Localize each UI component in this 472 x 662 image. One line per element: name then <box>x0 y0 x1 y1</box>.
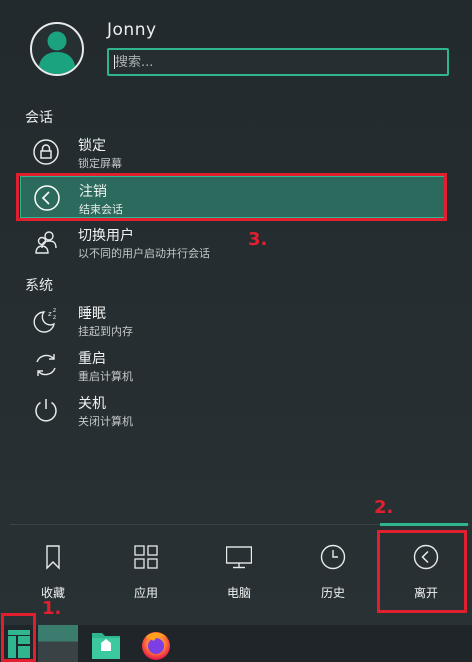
svg-text:z: z <box>53 307 56 314</box>
item-title: 关机 <box>78 396 106 412</box>
clock-icon <box>320 544 346 570</box>
session-item-lock[interactable]: 锁定 锁定屏幕 <box>20 131 445 173</box>
user-avatar-icon <box>38 31 76 74</box>
annotation-box-1 <box>1 613 36 662</box>
firefox-icon <box>142 632 170 660</box>
svg-text:z: z <box>48 310 52 318</box>
item-subtitle: 锁定屏幕 <box>78 157 122 170</box>
system-item-restart[interactable]: 重启 重启计算机 <box>20 344 445 386</box>
username: Jonny <box>107 20 157 40</box>
power-icon <box>35 399 57 422</box>
tab-label: 电脑 <box>226 586 251 600</box>
restart-icon <box>36 354 56 376</box>
switch-user-icon <box>35 231 57 254</box>
annotation-box-2 <box>377 530 467 613</box>
sleep-icon: z z z <box>33 307 56 333</box>
folder-icon <box>92 633 120 659</box>
file-manager-launcher[interactable] <box>90 627 122 661</box>
avatar[interactable] <box>30 22 84 76</box>
firefox-launcher[interactable] <box>140 629 172 661</box>
active-tab-indicator <box>380 523 468 526</box>
item-subtitle: 挂起到内存 <box>78 325 133 338</box>
item-subtitle: 重启计算机 <box>78 370 133 383</box>
bookmark-icon <box>46 545 60 570</box>
desktop-pager[interactable] <box>38 625 78 662</box>
item-subtitle: 以不同的用户启动并行会话 <box>78 247 210 260</box>
annotation-label-2: 2. <box>374 497 394 518</box>
tab-history[interactable]: 历史 <box>298 540 368 610</box>
system-item-shutdown[interactable]: 关机 关闭计算机 <box>20 389 445 431</box>
item-subtitle: 关闭计算机 <box>78 415 133 428</box>
tab-label: 应用 <box>133 586 158 600</box>
system-item-sleep[interactable]: z z z 睡眠 挂起到内存 <box>20 299 445 341</box>
tab-label: 历史 <box>320 586 345 600</box>
computer-icon <box>226 546 252 569</box>
lock-icon <box>33 139 59 165</box>
item-title: 锁定 <box>78 138 106 154</box>
tab-computer[interactable]: 电脑 <box>204 540 274 610</box>
item-title: 睡眠 <box>78 306 106 322</box>
item-title: 切换用户 <box>78 228 134 244</box>
apps-grid-icon <box>134 545 158 569</box>
section-title-system: 系统 <box>25 278 53 294</box>
item-title: 重启 <box>78 351 106 367</box>
session-item-switch-user[interactable]: 切换用户 以不同的用户启动并行会话 <box>20 221 445 263</box>
annotation-box-3 <box>16 173 447 221</box>
section-title-session: 会话 <box>25 110 53 126</box>
annotation-label-3: 3. <box>248 229 268 250</box>
tab-applications[interactable]: 应用 <box>111 540 181 610</box>
annotation-label-1: 1. <box>42 598 62 619</box>
text-cursor <box>114 55 115 69</box>
svg-text:z: z <box>53 314 56 321</box>
search-box[interactable] <box>107 48 449 76</box>
search-input[interactable] <box>115 50 441 74</box>
